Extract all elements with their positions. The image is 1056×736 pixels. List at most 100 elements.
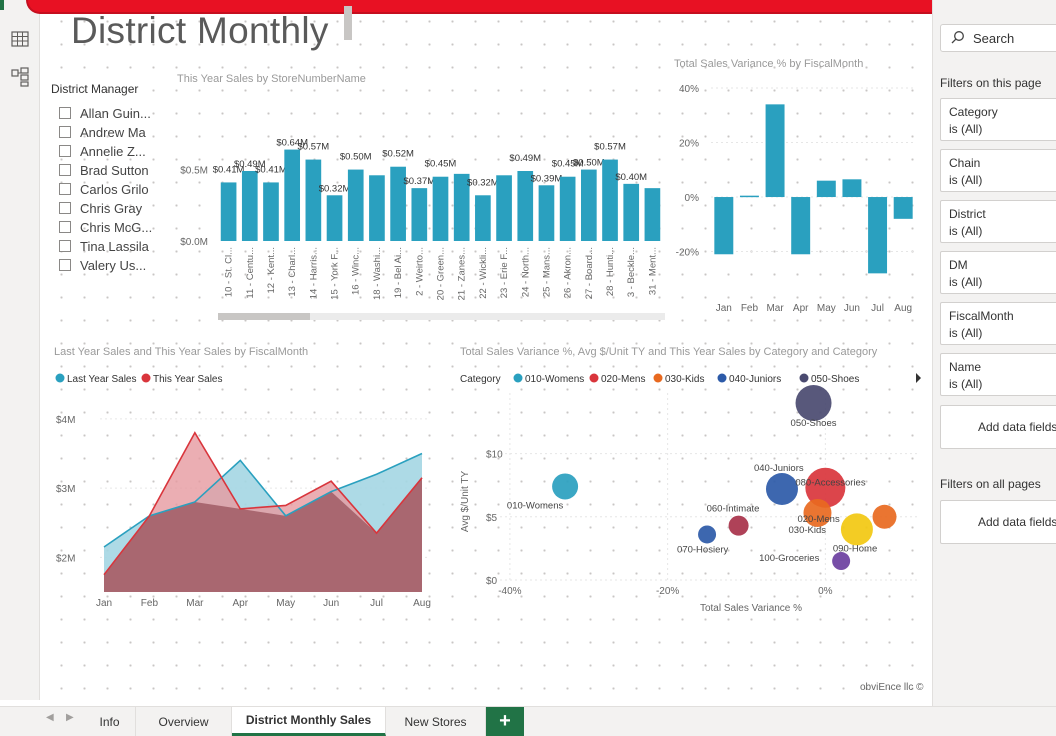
tab-district-monthly-sales[interactable]: District Monthly Sales [232,707,386,736]
legend-label: 040-Juniors [729,374,781,385]
filter-field: DM [949,258,968,272]
table-icon[interactable] [9,28,31,50]
y-tick-label: -20% [676,248,699,259]
filter-field: Name [949,360,982,374]
x-tick-label: Jun [323,598,339,609]
x-tick-label: -40% [498,586,521,597]
filters-all-heading: Filters on all pages [940,477,1041,491]
bar [326,195,343,241]
store-sales-bar-chart[interactable]: $0.0M $0.5M $0.41M 10 - St. Cl... $0.49M 11 -… [170,95,670,325]
filter-card-category[interactable]: Category is (All) [940,98,1056,141]
y-tick-label: 20% [679,139,699,150]
legend-label: This Year Sales [153,374,223,385]
store-chart-title: This Year Sales by StoreNumberName [177,73,366,85]
y-tick-label: $0.0M [180,237,208,248]
add-page-button[interactable]: + [486,707,524,736]
slicer-item[interactable]: Allan Guin... [59,104,151,122]
slicer-item[interactable]: Chris Gray [59,199,142,217]
filter-card-chain[interactable]: Chain is (All) [940,149,1056,192]
slicer-item[interactable]: Brad Sutton [59,161,149,179]
data-label: $0.37M [403,176,435,187]
slicer-item-label: Allan Guin... [80,105,151,121]
slicer-item-label: Chris McG... [80,219,153,235]
data-label: $0.32M [467,177,499,188]
tab-scroll-right-icon[interactable]: ▶ [66,712,74,723]
filter-card-dm[interactable]: DM is (All) [940,251,1056,294]
x-tick-label: Feb [741,303,759,314]
credit-text: obviEnce llc © [860,682,924,693]
x-tick-label: Apr [233,598,249,609]
slicer-item[interactable]: Carlos Grilo [59,180,149,198]
checkbox-icon[interactable] [59,126,71,138]
page-title: District Monthly [71,10,329,51]
x-tick-label: 2 - Weirto... [414,247,425,296]
slicer-item[interactable]: Chris McG... [59,218,152,236]
tab-scroll-left-icon[interactable]: ◀ [46,712,54,723]
legend-marker [55,373,65,383]
checkbox-icon[interactable] [59,240,71,252]
checkbox-icon[interactable] [59,202,71,214]
checkbox-icon[interactable] [59,259,71,271]
x-tick-label: Apr [793,303,809,314]
variance-bar-chart[interactable]: 40% 20% 0% -20% Jan Feb Mar Apr May Jun Jul Aug [666,70,924,320]
tab-new-stores[interactable]: New Stores [386,707,486,736]
slicer-item[interactable]: Annelie Z... [59,142,146,160]
bar [220,182,237,241]
x-tick-label: May [817,303,836,314]
legend-marker [589,373,599,383]
bar [644,188,661,241]
tab-info[interactable]: Info [84,707,136,736]
y-tick-label: $5 [486,513,498,524]
legend-marker [513,373,523,383]
bar [893,197,913,219]
checkbox-icon[interactable] [59,107,71,119]
add-data-fields-page[interactable]: Add data fields [940,405,1056,449]
data-label: $0.50M [340,152,372,163]
bar [868,197,888,274]
filter-card-fiscalmonth[interactable]: FiscalMonth is (All) [940,302,1056,345]
sales-area-chart[interactable]: Last Year Sales This Year Sales $2M $3M $4M J… [48,365,438,615]
checkbox-icon[interactable] [59,145,71,157]
x-tick-label: 12 - Kent... [266,247,277,293]
slicer-item-label: Chris Gray [80,200,143,216]
data-label: $0.49M [509,153,541,164]
filter-card-name[interactable]: Name is (All) [940,353,1056,396]
filter-value: is (All) [949,326,983,340]
scatter-chart-title: Total Sales Variance %, Avg $/Unit TY an… [460,346,878,358]
slicer-item-label: Carlos Grilo [80,181,149,197]
slicer-item-label: Annelie Z... [80,143,146,159]
bar [842,179,862,198]
x-tick-label: 21 - Zanes... [457,247,468,300]
filter-field: District [949,207,986,221]
checkbox-icon[interactable] [59,221,71,233]
checkbox-icon[interactable] [59,164,71,176]
x-tick-label: 11 - Centu... [245,247,256,299]
bar [411,188,428,241]
y-tick-label: $3M [56,484,75,495]
filter-value: is (All) [949,173,983,187]
x-tick-label: 19 - Bel Ai... [393,247,404,298]
search-placeholder: Search [973,30,1015,46]
point-label: 050-Shoes [791,418,837,429]
tab-overview[interactable]: Overview [136,707,232,736]
y-tick-label: $2M [56,553,75,564]
point-label: 040-Juniors [754,463,804,474]
x-tick-label: Mar [186,598,204,609]
x-tick-label: Aug [413,598,431,609]
x-tick-label: 16 - Winc... [351,247,362,295]
model-icon[interactable] [9,66,31,88]
search-input[interactable]: Search [940,24,1056,52]
filter-card-district[interactable]: District is (All) [940,200,1056,243]
slicer-title: District Manager [51,82,139,96]
x-tick-label: Aug [894,303,912,314]
add-data-fields-all[interactable]: Add data fields [940,500,1056,544]
slicer-item[interactable]: Valery Us... [59,256,146,274]
slicer-item[interactable]: Andrew Ma [59,123,146,141]
category-scatter-chart[interactable]: Category 010-Womens 020-Mens 030-Kids 040-Ju… [452,365,928,621]
slicer-item[interactable]: Tina Lassila [59,237,149,255]
filter-value: is (All) [949,122,983,136]
x-tick-label: 23 - Erie F... [499,247,510,298]
scatter-point [728,515,749,536]
bar [305,159,322,241]
checkbox-icon[interactable] [59,183,71,195]
